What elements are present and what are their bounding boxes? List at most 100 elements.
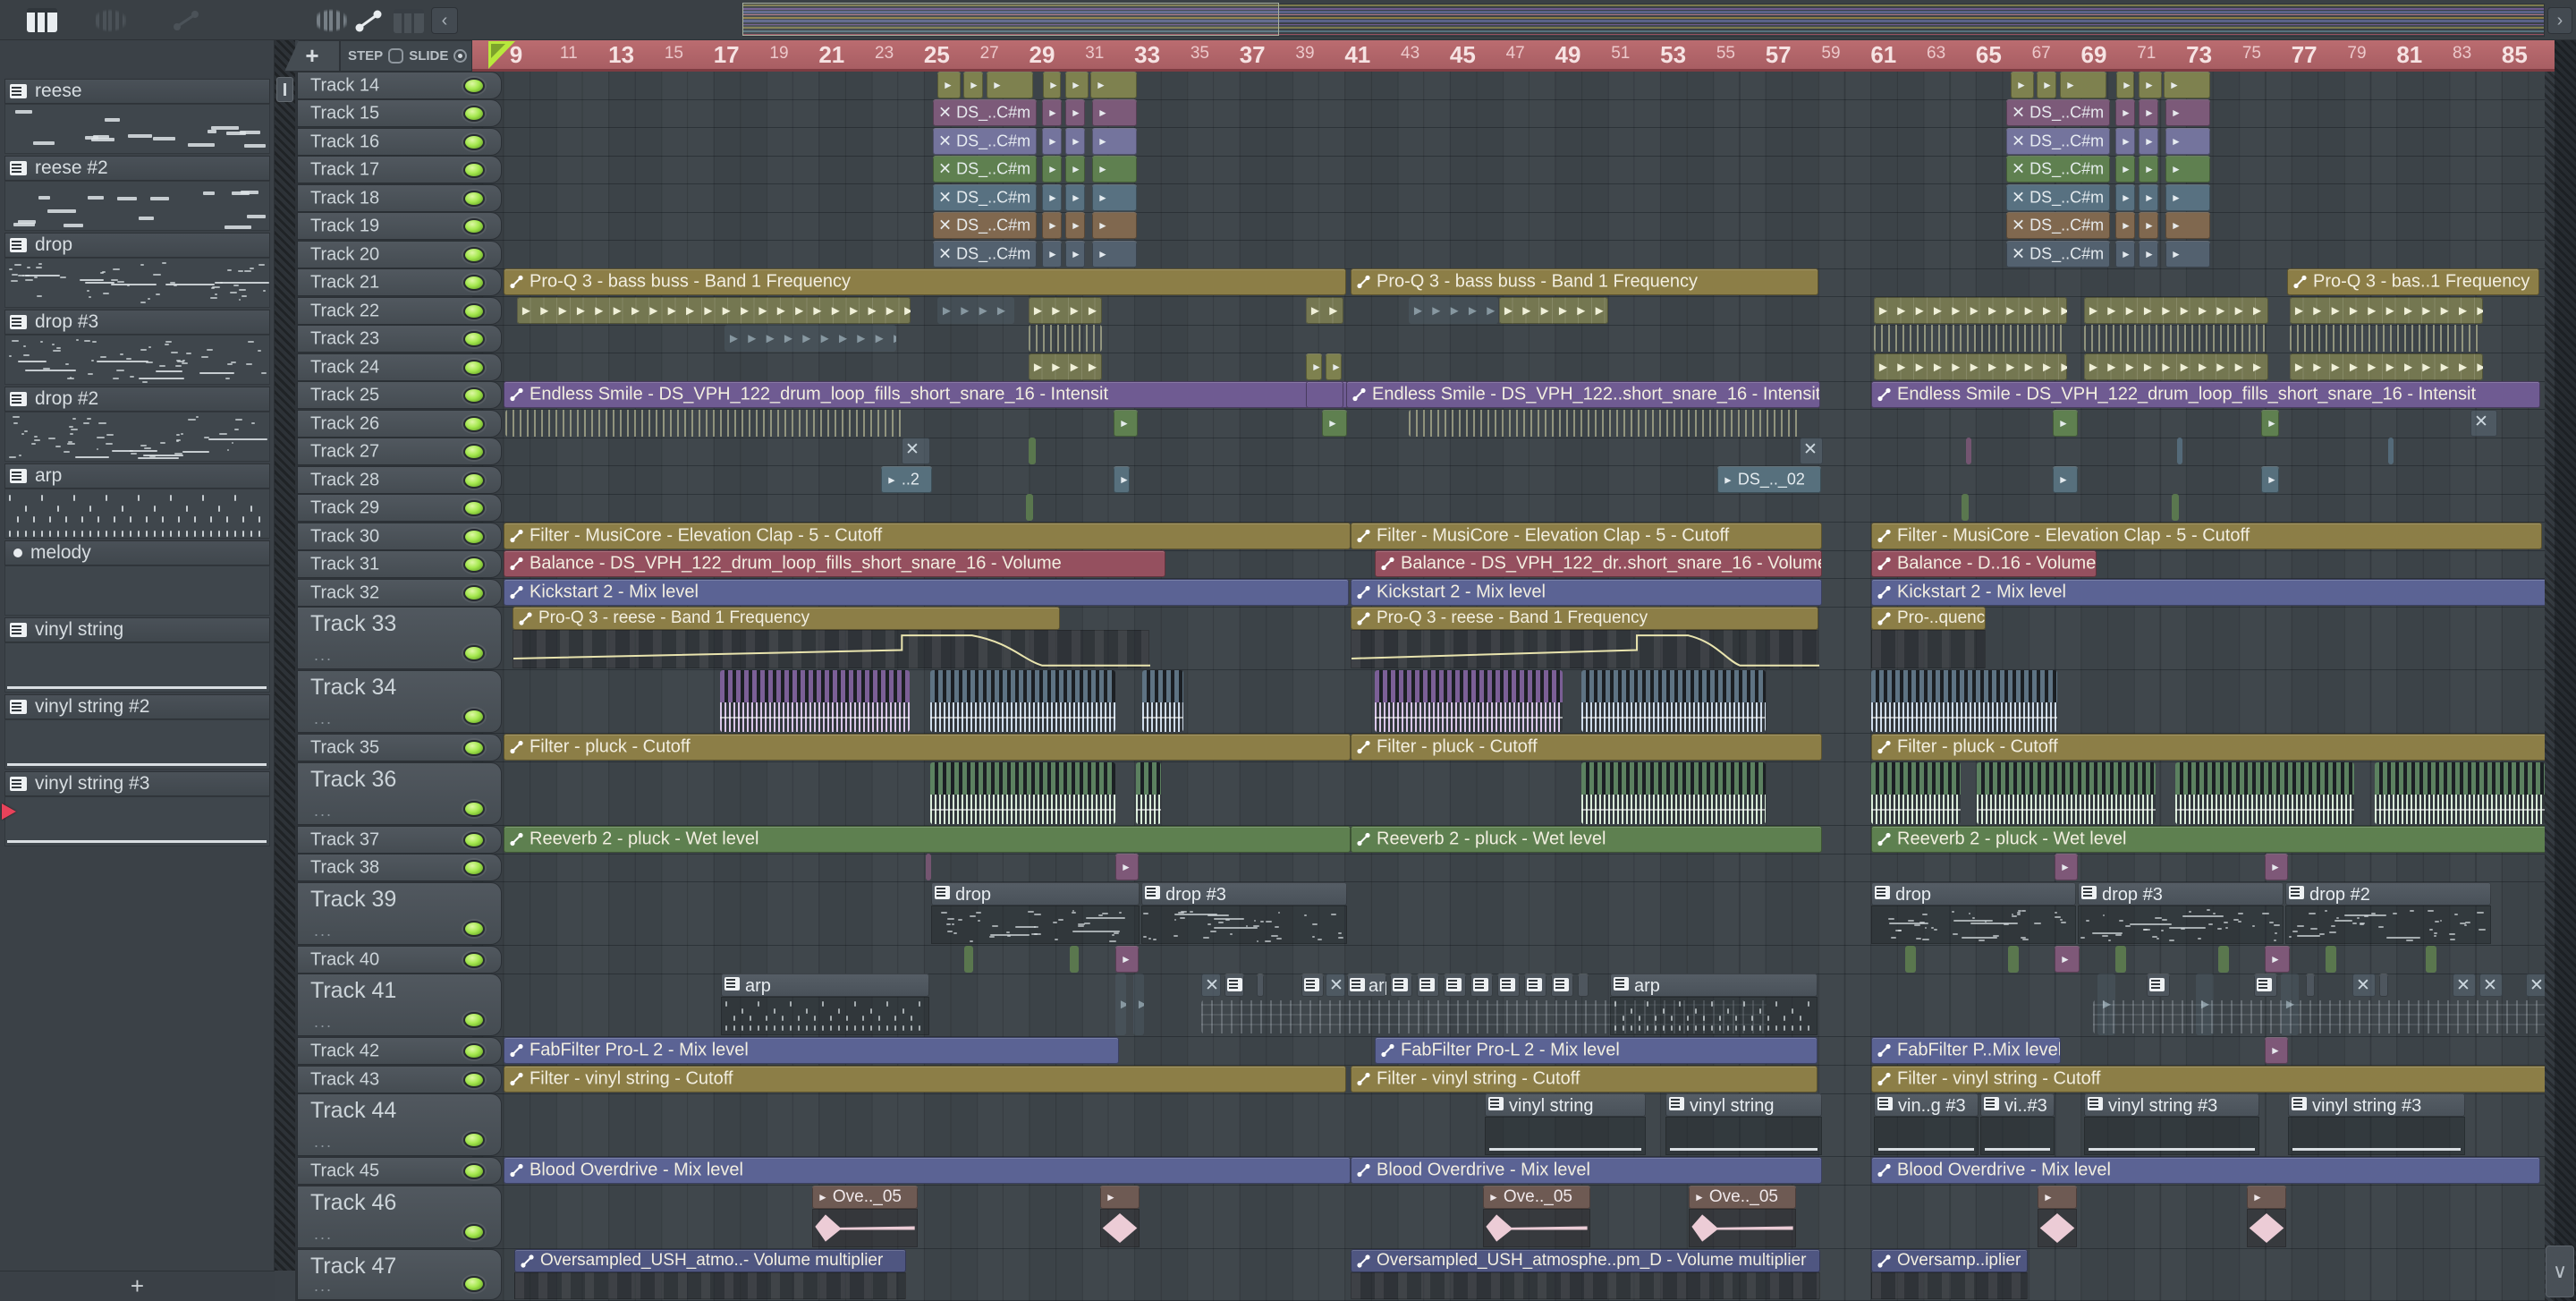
track-header-track-32[interactable]: Track 32: [297, 579, 502, 607]
muted-audio-clip[interactable]: ✕ DS_..C#m: [933, 156, 1037, 183]
audio-clip[interactable]: ►: [2116, 72, 2134, 98]
audio-clip[interactable]: ►: [1326, 353, 1342, 380]
audio-clip[interactable]: ►: [2115, 212, 2135, 239]
pattern-clip[interactable]: vinyl string: [1665, 1093, 1822, 1117]
muted-audio-clip[interactable]: ✕ DS_..C#m: [933, 128, 1037, 155]
audio-clip[interactable]: ►: [2164, 72, 2210, 98]
sidebar-scroll-handle[interactable]: [276, 77, 293, 102]
track-mute-led[interactable]: [463, 387, 485, 404]
track-mute-led[interactable]: [463, 1276, 485, 1292]
pattern-item-header[interactable]: vinyl string #3: [4, 771, 270, 796]
automation-clip[interactable]: Filter - pluck - Cutoff: [1351, 734, 1822, 761]
muted-clip[interactable]: ✕: [2470, 410, 2497, 437]
track-mute-led[interactable]: [463, 1132, 485, 1148]
audio-clip[interactable]: ►: [2261, 410, 2279, 437]
audio-loop-clip[interactable]: [1871, 670, 2057, 732]
automation-clip[interactable]: Filter - MusiCore - Elevation Clap - 5 -…: [504, 523, 1351, 549]
track-mute-led[interactable]: [463, 584, 485, 601]
chevron-clip-strip[interactable]: ►►►►►►►►►►►►►►►: [2290, 353, 2483, 380]
chevron-clip-strip[interactable]: ►►►►►►►►►: [1499, 297, 1608, 324]
pattern-clip[interactable]: vi..#3: [1980, 1093, 2055, 1117]
pattern-clip-small[interactable]: [2147, 974, 2170, 997]
audio-clip[interactable]: ►: [2115, 128, 2135, 155]
pattern-clip[interactable]: arp: [1610, 974, 1818, 997]
audio-clip[interactable]: ►: [2139, 99, 2158, 126]
automation-clip[interactable]: Endless Smile - DS_VPH_122_drum_loop_fil…: [504, 381, 1348, 408]
audio-clip[interactable]: ►: [2115, 156, 2135, 183]
track-mute-led[interactable]: [463, 415, 485, 432]
playlist-waveform-icon[interactable]: [313, 9, 349, 32]
audio-clip[interactable]: ►: [2115, 241, 2135, 268]
muted-clip[interactable]: ✕: [2352, 974, 2376, 997]
audio-clip[interactable]: ►: [1092, 156, 1137, 183]
clip-sliver[interactable]: [1026, 494, 1033, 521]
pattern-clip-small[interactable]: [1470, 974, 1493, 997]
track-mute-led[interactable]: [463, 302, 485, 319]
track-header-track-23[interactable]: Track 23: [297, 325, 502, 353]
pattern-clip-small[interactable]: [2306, 974, 2315, 997]
audio-clip[interactable]: ►: [1092, 212, 1137, 239]
audio-clip[interactable]: ►: [2265, 946, 2290, 973]
waveform-icon[interactable]: [92, 9, 128, 32]
chevron-clip-strip[interactable]: ►►►►►►►►►►►►►►►: [2084, 353, 2268, 380]
audio-clip[interactable]: ►: [1065, 241, 1085, 268]
track-mute-led[interactable]: [463, 330, 485, 347]
add-pattern-button[interactable]: +: [131, 1272, 144, 1300]
audio-clip[interactable]: ►: [2060, 72, 2106, 98]
chevron-clip-strip[interactable]: ►►►►►►►►►►►►►►►: [1874, 353, 2067, 380]
automation-clip[interactable]: Kickstart 2 - Mix level: [504, 579, 1349, 606]
audio-clip[interactable]: ►: [1092, 99, 1137, 126]
automation-clip-body[interactable]: [1351, 1272, 1820, 1299]
audio-clip[interactable]: ►: [963, 72, 983, 98]
muted-audio-clip[interactable]: ✕ DS_..C#m: [2006, 212, 2110, 239]
audio-clip[interactable]: ►: [2165, 212, 2210, 239]
muted-clip[interactable]: ✕: [2453, 974, 2476, 997]
audio-clip[interactable]: ► Ove.._05: [1483, 1186, 1590, 1209]
track-mute-led[interactable]: [463, 472, 485, 489]
track-header-track-24[interactable]: Track 24: [297, 353, 502, 381]
clip-sliver[interactable]: [964, 946, 973, 973]
track-header-track-33[interactable]: Track 33...: [297, 607, 502, 669]
audio-clip[interactable]: ►: [2055, 854, 2078, 880]
audio-clip[interactable]: ►: [2037, 72, 2056, 98]
muted-clip[interactable]: ✕: [1326, 974, 1345, 997]
chevron-clip-strip[interactable]: ►►►►►►►►►►►►►►: [724, 325, 896, 352]
audio-clip[interactable]: ► Ove.._05: [1689, 1186, 1796, 1209]
automation-clip[interactable]: Filter - pluck - Cutoff: [504, 734, 1351, 761]
audio-clip[interactable]: ►: [1065, 212, 1085, 239]
audio-clip[interactable]: ►: [1065, 72, 1089, 98]
pattern-clip-small[interactable]: arp: [1347, 974, 1386, 997]
automation-clip[interactable]: Pro-Q 3 - bass buss - Band 1 Frequency: [1351, 268, 1818, 295]
audio-loop-clip[interactable]: [1581, 762, 1766, 824]
chevron-clip-strip[interactable]: ►►►►►►►►►►►►►►►: [2084, 297, 2268, 324]
track-header-track-22[interactable]: Track 22: [297, 297, 502, 325]
automation-clip[interactable]: Filter - MusiCore - Elevation Clap - 5 -…: [1871, 523, 2542, 549]
clip-sliver[interactable]: [1905, 946, 1916, 973]
pattern-clip[interactable]: drop #3: [1141, 882, 1347, 906]
track-mute-led[interactable]: [463, 133, 485, 150]
automation-clip[interactable]: Blood Overdrive - Mix level: [504, 1157, 1351, 1184]
track-mute-led[interactable]: [463, 161, 485, 178]
muted-audio-clip[interactable]: ✕ DS_..C#m: [2006, 128, 2110, 155]
playlist-grid[interactable]: ► ► ► ► ► ► ► ► ► ► ► ► ✕ DS_..C#m ► ► ► ✕ DS_..C#m ► ► ► ✕ DS_…: [472, 72, 2545, 1301]
clip-sliver[interactable]: [1962, 494, 1969, 521]
clip-sliver[interactable]: [1966, 438, 1971, 464]
muted-audio-clip[interactable]: ✕ DS_..C#m: [933, 241, 1037, 268]
automation-clip[interactable]: Balance - DS_VPH_122_drum_loop_fills_sho…: [504, 550, 1165, 577]
pattern-clip-small[interactable]: [2254, 974, 2277, 997]
track-header-track-30[interactable]: Track 30: [297, 523, 502, 550]
slide-radio[interactable]: [453, 49, 468, 63]
automation-clip[interactable]: Balance - DS_VPH_122_dr..short_snare_16 …: [1375, 550, 1822, 577]
audio-clip[interactable]: ►: [1042, 184, 1062, 211]
automation-clip[interactable]: Pro-Q 3 - reese - Band 1 Frequency: [513, 607, 1060, 630]
track-header-track-28[interactable]: Track 28: [297, 466, 502, 494]
track-mute-led[interactable]: [463, 1162, 485, 1179]
muted-clip[interactable]: ✕: [2479, 974, 2503, 997]
audio-clip[interactable]: ►: [2011, 72, 2034, 98]
pattern-clip-small[interactable]: [1497, 974, 1520, 997]
track-mute-led[interactable]: [463, 801, 485, 817]
audio-clip[interactable]: ►: [2139, 72, 2162, 98]
clip-sliver[interactable]: [2172, 494, 2179, 521]
automation-clip[interactable]: Pro-Q 3 - reese - Band 1 Frequency: [1351, 607, 1818, 630]
audio-clip[interactable]: ►: [1042, 241, 1062, 268]
